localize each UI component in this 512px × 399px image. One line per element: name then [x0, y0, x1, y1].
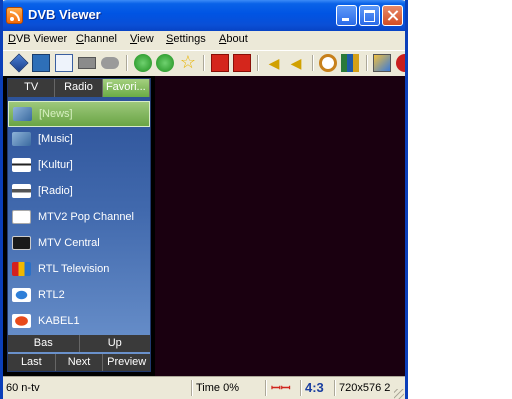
status-divider	[300, 380, 302, 396]
toolbar-separator	[203, 55, 205, 71]
minimize-button[interactable]	[336, 5, 357, 26]
record-icon[interactable]	[78, 57, 96, 69]
channel-item-kabel1[interactable]: KABEL1	[8, 309, 150, 335]
channel-item-news[interactable]: [News]	[8, 101, 150, 127]
resize-grip[interactable]	[394, 389, 404, 399]
channel-item-mtv-central[interactable]: MTV Central	[8, 231, 150, 257]
panel-nav-row-2: Last Next Preview	[8, 354, 151, 371]
next-button[interactable]: Next	[55, 354, 104, 371]
app-rss-icon[interactable]	[6, 7, 23, 24]
channel-item-music[interactable]: [Music]	[8, 127, 150, 153]
weather-icon[interactable]	[101, 57, 119, 69]
folder-logo-icon	[13, 107, 32, 121]
menu-bar: DVB Viewer Channel View Settings About	[3, 31, 405, 49]
channel-label: [Kultur]	[38, 159, 73, 171]
status-time: Time 0%	[196, 382, 239, 394]
channel-label: MTV2 Pop Channel	[38, 211, 134, 223]
osd-icon[interactable]	[9, 53, 29, 73]
rtl2-logo-icon	[12, 288, 31, 302]
up-button[interactable]: Up	[79, 335, 150, 352]
mtv-logo-icon	[12, 236, 31, 250]
timeshift-icon[interactable]	[319, 54, 337, 72]
folder-logo-icon	[12, 132, 31, 146]
last-button[interactable]: Last	[8, 354, 56, 371]
status-resolution: 720x576 2	[339, 382, 391, 394]
status-channel: 60 n-tv	[6, 382, 40, 394]
channel-list-icon[interactable]	[32, 54, 50, 72]
menu-about[interactable]: About	[219, 33, 248, 45]
volume-up-icon[interactable]: ◀	[287, 54, 305, 72]
channel-item-rtl-television[interactable]: RTL Television	[8, 257, 150, 283]
maximize-button[interactable]	[359, 5, 380, 26]
next-channel-icon[interactable]	[233, 54, 251, 72]
record-button-icon[interactable]	[396, 54, 405, 72]
status-divider	[191, 380, 193, 396]
tab-favorites[interactable]: Favori...	[102, 79, 150, 97]
bas-button[interactable]: Bas	[8, 335, 80, 352]
channel-item-kultur[interactable]: [Kultur]	[8, 153, 150, 179]
menu-dvb-viewer[interactable]: DVB Viewer	[8, 33, 67, 45]
menu-channel[interactable]: Channel	[76, 33, 117, 45]
channel-list: [News] [Music] [Kultur] [Radio] MTV2 Pop…	[8, 101, 150, 335]
toolbar-separator	[126, 55, 128, 71]
forward-icon[interactable]	[156, 54, 174, 72]
favorites-star-icon[interactable]: ☆	[179, 53, 197, 72]
status-divider	[265, 380, 267, 396]
folder-logo-icon	[12, 158, 31, 172]
menu-view[interactable]: View	[130, 33, 154, 45]
rtl-logo-icon	[12, 262, 31, 276]
channel-label: [Music]	[38, 133, 73, 145]
channel-label: MTV Central	[38, 237, 100, 249]
toolbar-separator	[257, 55, 259, 71]
volume-down-icon[interactable]: ◀	[265, 54, 283, 72]
title-bar[interactable]: DVB Viewer	[3, 0, 405, 31]
previous-channel-icon[interactable]	[211, 54, 229, 72]
channel-label: [News]	[39, 108, 73, 120]
channel-panel: TV Radio Favori... [News] [Music] [Kultu…	[7, 78, 151, 372]
channel-label: KABEL1	[38, 315, 80, 327]
toolbar-separator	[312, 55, 314, 71]
channel-label: RTL2	[38, 289, 65, 301]
dolby-icon: ꟷꟷ	[271, 381, 291, 395]
tab-tv[interactable]: TV	[8, 79, 56, 97]
mtv2-logo-icon	[12, 210, 31, 224]
dvb-viewer-window: DVB Viewer DVB Viewer Channel View Setti…	[0, 0, 408, 399]
window-title: DVB Viewer	[28, 7, 101, 22]
channel-item-radio[interactable]: [Radio]	[8, 179, 150, 205]
toolbar: ☆ ◀ ◀	[3, 50, 405, 76]
back-icon[interactable]	[134, 54, 152, 72]
status-bar: 60 n-tv Time 0% ꟷꟷ 4:3 720x576 2	[3, 376, 405, 399]
close-button[interactable]	[382, 5, 403, 26]
preview-button[interactable]: Preview	[103, 354, 151, 371]
channel-item-mtv2-pop[interactable]: MTV2 Pop Channel	[8, 205, 150, 231]
equalizer-icon[interactable]	[341, 54, 359, 72]
panel-nav-row-1: Bas Up	[8, 335, 150, 352]
panel-tabs: TV Radio Favori...	[8, 79, 150, 97]
status-aspect: 4:3	[305, 380, 324, 395]
channel-item-rtl2[interactable]: RTL2	[8, 283, 150, 309]
menu-settings[interactable]: Settings	[166, 33, 206, 45]
channel-label: [Radio]	[38, 185, 73, 197]
video-display[interactable]	[155, 76, 405, 376]
kabel1-logo-icon	[12, 314, 31, 328]
status-divider	[334, 380, 336, 396]
folder-logo-icon	[12, 184, 31, 198]
options-icon[interactable]	[373, 54, 391, 72]
tab-radio[interactable]: Radio	[55, 79, 103, 97]
channel-label: RTL Television	[38, 263, 110, 275]
toolbar-separator	[366, 55, 368, 71]
copy-icon[interactable]	[55, 54, 73, 72]
main-area: TV Radio Favori... [News] [Music] [Kultu…	[3, 76, 405, 376]
